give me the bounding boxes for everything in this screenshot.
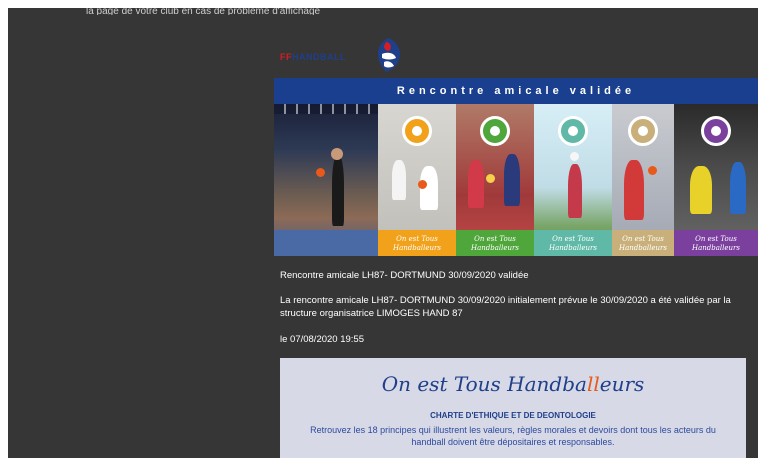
badge-icon (628, 116, 658, 146)
strip-label: On est Tous Handballeurs (534, 230, 612, 256)
rooster-icon (378, 38, 400, 72)
charter-title-b: eurs (599, 372, 645, 396)
badge-icon (701, 116, 731, 146)
badge-icon (558, 116, 588, 146)
photo-panel-beige: On est Tous Handballeurs (612, 104, 674, 256)
email-content: FFHANDBALL Rencontre amicale validée On … (274, 22, 758, 458)
message-body: La rencontre amicale LH87- DORTMUND 30/0… (280, 295, 731, 319)
message-date: le 07/08/2020 19:55 (280, 334, 364, 345)
badge-icon (402, 116, 432, 146)
badge-icon (480, 116, 510, 146)
photo-panel-teal: On est Tous Handballeurs (534, 104, 612, 256)
photo-panel-green: On est Tous Handballeurs (456, 104, 534, 256)
brand-part1: FF (280, 52, 292, 62)
strip-label: On est Tous Handballeurs (674, 230, 758, 256)
charter-subtitle: CHARTE D'ETHIQUE ET DE DEONTOLOGIE (430, 411, 596, 420)
photo-panel-orange: On est Tous Handballeurs (378, 104, 456, 256)
email-viewer: la page de votre club en cas de problème… (8, 8, 758, 458)
charter-title: On est Tous Handballeurs (280, 372, 746, 396)
brand-part2: HANDBALL (292, 52, 346, 62)
strip-label: On est Tous Handballeurs (612, 230, 674, 256)
strip-label: On est Tous Handballeurs (456, 230, 534, 256)
charter-text: Retrouvez les 18 principes qui illustren… (310, 425, 716, 447)
ffhb-logo[interactable]: FFHANDBALL (280, 36, 480, 76)
top-cut-text: la page de votre club en cas de problème… (86, 8, 321, 15)
photo-arena (274, 104, 378, 256)
charter-card[interactable]: On est Tous Handballeurs CHARTE D'ETHIQU… (280, 358, 746, 458)
photo-panel-purple: On est Tous Handballeurs (674, 104, 758, 256)
charter-title-a: On est Tous Handba (381, 372, 587, 396)
banner-title: Rencontre amicale validée (274, 78, 758, 104)
strip-label: On est Tous Handballeurs (378, 230, 456, 256)
hero-photo-collage: On est Tous Handballeurs On est Tous Handb… (274, 104, 758, 256)
charter-title-accent: ll (586, 372, 600, 396)
message-title: Rencontre amicale LH87- DORTMUND 30/09/2… (280, 270, 529, 281)
ffhb-wordmark: FFHANDBALL (280, 52, 346, 62)
